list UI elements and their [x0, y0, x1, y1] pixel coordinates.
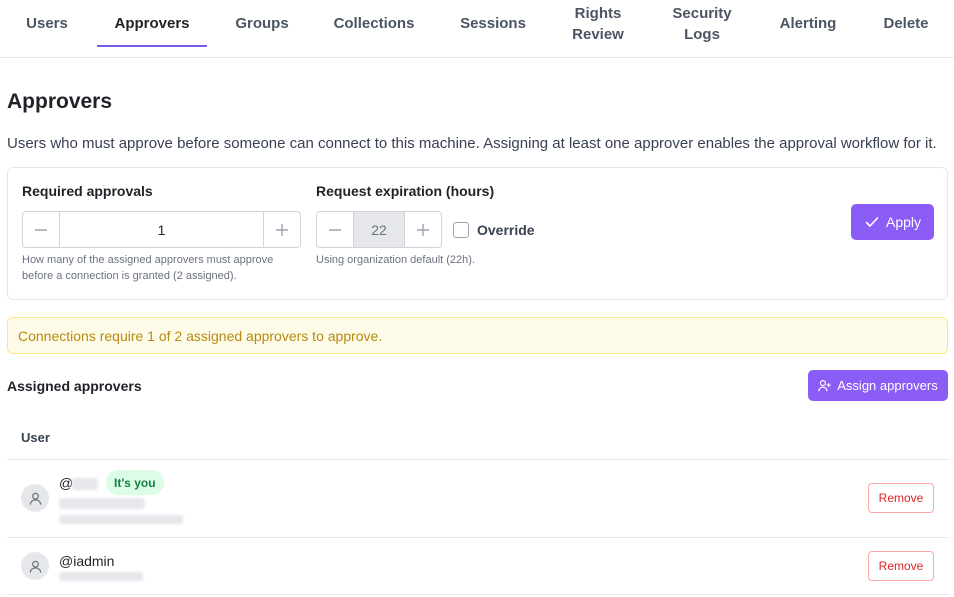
request-expiration-input[interactable]: 22: [353, 212, 405, 247]
user-icon: [29, 492, 41, 505]
redacted-display-name: [59, 498, 145, 509]
required-approvals-label: Required approvals: [22, 183, 153, 199]
username: @iadmin: [59, 553, 115, 569]
decrement-button[interactable]: [23, 212, 59, 247]
plus-icon: [276, 223, 288, 236]
page-description: Users who must approve before someone ca…: [7, 135, 937, 152]
expiration-decrement-button[interactable]: [317, 212, 353, 247]
remove-button[interactable]: Remove: [868, 483, 934, 513]
tab-delete[interactable]: Delete: [872, 0, 940, 47]
avatar: [21, 552, 49, 580]
user-icon: [29, 560, 41, 573]
approval-notice: Connections require 1 of 2 assigned appr…: [7, 317, 948, 354]
tab-users[interactable]: Users: [13, 0, 81, 47]
table-divider: [7, 459, 948, 460]
user-plus-icon: [818, 380, 831, 392]
tab-security-logs[interactable]: Security Logs: [660, 0, 744, 47]
active-tab-indicator: [97, 45, 207, 47]
assign-approvers-button[interactable]: Assign approvers: [808, 370, 948, 401]
tab-sessions[interactable]: Sessions: [448, 0, 538, 47]
redacted-email: [59, 515, 183, 524]
minus-icon: [329, 228, 341, 231]
redacted-email: [59, 572, 143, 581]
required-approvals-help-line2: before a connection is granted (2 assign…: [22, 270, 237, 282]
request-expiration-help: Using organization default (22h).: [316, 254, 475, 266]
tab-approvers[interactable]: Approvers: [97, 0, 207, 47]
tab-rights-review[interactable]: Rights Review: [560, 0, 636, 47]
row-divider: [7, 594, 948, 595]
row-divider: [7, 537, 948, 538]
approval-settings-card: Required approvals 1 How many of the ass…: [7, 167, 948, 300]
remove-button[interactable]: Remove: [868, 551, 934, 581]
required-approvals-input[interactable]: 1: [59, 212, 264, 247]
required-approvals-help: How many of the assigned approvers must …: [22, 252, 273, 284]
apply-label: Apply: [885, 214, 922, 230]
request-expiration-label: Request expiration (hours): [316, 183, 495, 199]
assign-approvers-label: Assign approvers: [837, 378, 938, 393]
tab-collections[interactable]: Collections: [320, 0, 428, 47]
tab-bar: Users Approvers Groups Collections Sessi…: [0, 0, 954, 58]
increment-button[interactable]: [264, 212, 300, 247]
tab-alerting[interactable]: Alerting: [766, 0, 850, 47]
override-checkbox[interactable]: [453, 222, 469, 238]
apply-button[interactable]: Apply: [851, 204, 934, 240]
plus-icon: [417, 223, 429, 236]
check-icon: [865, 217, 879, 227]
override-label[interactable]: Override: [477, 222, 535, 238]
page-title: Approvers: [7, 90, 113, 113]
tab-groups[interactable]: Groups: [222, 0, 302, 47]
avatar: [21, 484, 49, 512]
redacted-username: [72, 478, 98, 490]
current-user-badge: It's you: [106, 470, 164, 495]
expiration-increment-button[interactable]: [405, 212, 441, 247]
request-expiration-stepper: 22: [316, 211, 442, 248]
required-approvals-stepper: 1: [22, 211, 301, 248]
column-header-user: User: [21, 430, 50, 445]
assigned-approvers-title: Assigned approvers: [7, 378, 142, 394]
required-approvals-help-line1: How many of the assigned approvers must …: [22, 254, 274, 266]
minus-icon: [35, 228, 47, 231]
